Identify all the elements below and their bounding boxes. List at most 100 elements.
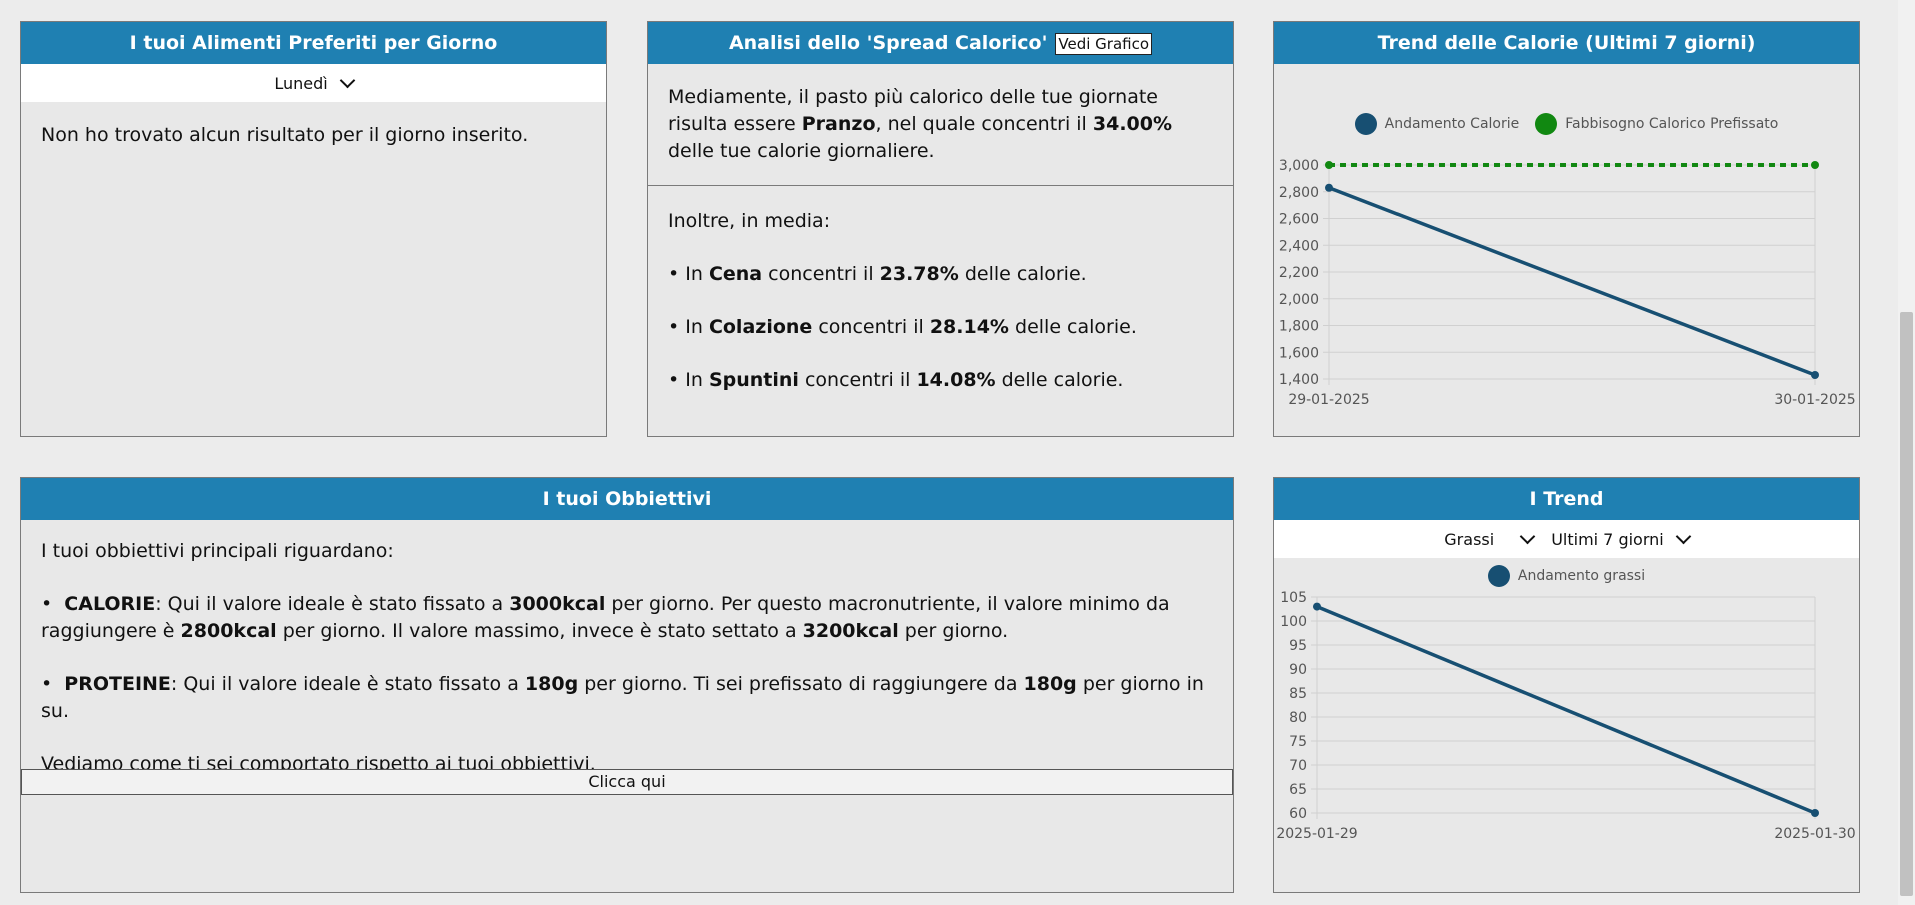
trend-title: I Trend <box>1274 478 1859 520</box>
calorie-trend-card: Trend delle Calorie (Ultimi 7 giorni) An… <box>1273 21 1860 437</box>
y-tick-label: 2,200 <box>1279 265 1319 281</box>
meal-item-text: • In <box>668 369 709 391</box>
scrollbar-thumb[interactable] <box>1900 312 1913 896</box>
macro-select[interactable]: Grassi <box>1444 528 1536 549</box>
goals-card: I tuoi Obbiettivi I tuoi obbiettivi prin… <box>20 477 1234 893</box>
calorie-trend-chart: 3,000 2,800 2,600 2,400 2,200 2,000 1,800 1,600… <box>1279 158 1856 408</box>
y-tick-label: 100 <box>1280 614 1307 630</box>
x-tick-label: 2025-01-30 <box>1774 826 1855 842</box>
meal-item: • In Spuntini concentri il 14.08% delle … <box>668 367 1213 394</box>
data-point <box>1325 183 1333 192</box>
meal-item-text: • In <box>668 316 709 338</box>
favorites-day-bar: Lunedì <box>21 64 606 102</box>
meal-item: • In Cena concentri il 23.78% delle calo… <box>668 261 1213 288</box>
top-meal-pct: 34.00% <box>1092 113 1173 135</box>
y-tick-label: 80 <box>1289 710 1307 726</box>
spread-text: , nel quale concentri il <box>875 113 1093 135</box>
y-tick-label: 2,400 <box>1279 238 1319 254</box>
goal-text: per giorno. Il valore massimo, invece è … <box>276 620 803 642</box>
goals-title: I tuoi Obbiettivi <box>21 478 1233 520</box>
y-tick-label: 1,400 <box>1279 372 1319 388</box>
y-tick-label: 70 <box>1289 758 1307 774</box>
goal-calories: • CALORIE: Qui il valore ideale è stato … <box>41 593 1170 642</box>
x-tick-label: 29-01-2025 <box>1288 392 1369 408</box>
y-tick-label: 60 <box>1289 806 1307 822</box>
spread-card: Analisi dello 'Spread Calorico' Vedi Graf… <box>647 21 1234 437</box>
spread-intro: Inoltre, in media: <box>668 210 831 232</box>
data-point <box>1325 161 1333 169</box>
meal-name: Cena <box>708 263 763 285</box>
trend-card: I Trend Grassi Ultimi 7 giorni Andamento… <box>1273 477 1860 893</box>
y-tick-label: 3,000 <box>1279 158 1319 174</box>
y-tick-label: 90 <box>1289 662 1307 678</box>
y-tick-label: 65 <box>1289 782 1307 798</box>
x-tick-label: 30-01-2025 <box>1774 392 1855 408</box>
chevron-down-icon <box>1675 528 1691 545</box>
data-point <box>1811 809 1819 817</box>
spread-title: Analisi dello 'Spread Calorico' <box>728 32 1048 54</box>
goal-text: per giorno. Ti sei prefissato di raggiun… <box>578 673 1024 695</box>
meal-item-text: delle calorie. <box>958 263 1087 285</box>
spread-header: Analisi dello 'Spread Calorico' Vedi Graf… <box>648 22 1233 64</box>
meal-item-text: concentri il <box>812 316 930 338</box>
y-tick-label: 2,800 <box>1279 185 1319 201</box>
data-point <box>1811 370 1819 379</box>
y-tick-label: 1,600 <box>1279 345 1319 361</box>
meal-item-text: concentri il <box>762 263 880 285</box>
favorites-title: I tuoi Alimenti Preferiti per Giorno <box>21 22 606 64</box>
goals-body: I tuoi obbiettivi principali riguardano:… <box>21 520 1233 778</box>
scrollbar[interactable] <box>1898 0 1915 905</box>
calorie-trend-title: Trend delle Calorie (Ultimi 7 giorni) <box>1274 22 1859 64</box>
meal-name: Spuntini <box>708 369 799 391</box>
period-select-value: Ultimi 7 giorni <box>1551 529 1664 549</box>
goal-calories-max: 3200kcal <box>802 620 899 642</box>
favorites-card: I tuoi Alimenti Preferiti per Giorno Lun… <box>20 21 607 437</box>
goals-intro: I tuoi obbiettivi principali riguardano: <box>41 540 394 562</box>
goal-protein-ideal: 180g <box>524 673 579 695</box>
y-tick-label: 75 <box>1289 734 1307 750</box>
goal-text: per giorno. <box>898 620 1009 642</box>
spread-text: delle tue calorie giornaliere. <box>668 140 935 162</box>
y-tick-label: 2,600 <box>1279 212 1319 228</box>
y-tick-label: 2,000 <box>1279 292 1319 308</box>
meal-item-text: delle calorie. <box>995 369 1124 391</box>
y-tick-label: 95 <box>1289 638 1307 654</box>
macro-select-value: Grassi <box>1444 529 1495 549</box>
meal-list: • In Cena concentri il 23.78% delle calo… <box>668 235 1213 394</box>
series-line <box>1316 604 1816 815</box>
x-tick-label: 2025-01-29 <box>1276 826 1357 842</box>
spread-summary: Mediamente, il pasto più calorico delle … <box>648 64 1233 185</box>
goal-calories-label: CALORIE <box>64 593 156 615</box>
y-tick-label: 85 <box>1289 686 1307 702</box>
top-meal: Pranzo <box>801 113 876 135</box>
meal-item: • In Colazione concentri il 28.14% delle… <box>668 314 1213 341</box>
meal-item-text: • In <box>668 263 709 285</box>
goal-text: : Qui il valore ideale è stato fissato a <box>155 593 510 615</box>
view-chart-button[interactable]: Vedi Grafico <box>1055 32 1153 55</box>
chevron-down-icon <box>1519 528 1536 545</box>
trend-chart: 105 100 95 90 85 80 75 70 65 60 2025-01-29 2025-01-… <box>1276 590 1855 842</box>
day-select-value: Lunedì <box>274 73 328 93</box>
meal-pct: 23.78% <box>879 263 959 285</box>
goal-protein-label: PROTEINE <box>64 673 171 695</box>
meal-pct: 14.08% <box>916 369 996 391</box>
period-select[interactable]: Ultimi 7 giorni <box>1551 528 1691 549</box>
trend-filter-bar: Grassi Ultimi 7 giorni <box>1274 520 1859 558</box>
meal-item-text: delle calorie. <box>1008 316 1137 338</box>
goal-calories-ideal: 3000kcal <box>509 593 606 615</box>
y-tick-label: 105 <box>1280 590 1307 606</box>
goal-protein: • PROTEINE: Qui il valore ideale è stato… <box>41 673 1204 722</box>
data-point <box>1811 161 1819 169</box>
goal-protein-min: 180g <box>1023 673 1077 695</box>
meal-pct: 28.14% <box>929 316 1009 338</box>
meal-item-text: concentri il <box>798 369 917 391</box>
series-line <box>1328 186 1816 377</box>
day-select[interactable]: Lunedì <box>274 72 355 93</box>
chevron-down-icon <box>339 72 355 89</box>
spread-details: Inoltre, in media: • In Cena concentri i… <box>648 186 1233 394</box>
goal-text: : Qui il valore ideale è stato fissato a <box>170 673 525 695</box>
click-here-button[interactable]: Clicca qui <box>21 769 1233 795</box>
y-tick-label: 1,800 <box>1279 319 1319 335</box>
data-point <box>1313 602 1321 611</box>
goal-calories-min: 2800kcal <box>180 620 277 642</box>
